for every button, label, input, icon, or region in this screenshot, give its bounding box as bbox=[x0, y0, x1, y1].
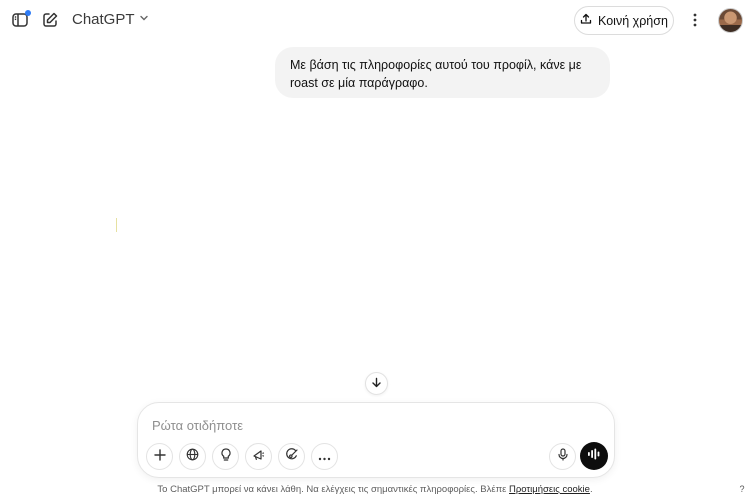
more-vertical-icon[interactable] bbox=[683, 8, 707, 32]
add-attachment-button[interactable] bbox=[146, 443, 173, 470]
dictate-button[interactable] bbox=[549, 443, 576, 470]
deep-research-button[interactable] bbox=[245, 443, 272, 470]
disclaimer-text: Το ChatGPT μπορεί να κάνει λάθη. Να ελέγ… bbox=[157, 484, 507, 495]
ellipsis-icon bbox=[318, 448, 331, 466]
upload-icon bbox=[580, 13, 592, 28]
paint-icon bbox=[285, 447, 298, 466]
scroll-to-bottom-button[interactable] bbox=[365, 372, 388, 395]
create-image-button[interactable] bbox=[278, 443, 305, 470]
reason-button[interactable] bbox=[212, 443, 239, 470]
megaphone-icon bbox=[252, 448, 265, 466]
new-chat-icon[interactable] bbox=[38, 8, 62, 32]
more-tools-button[interactable] bbox=[311, 443, 338, 470]
top-bar: ChatGPT Κοινή χρήση bbox=[0, 0, 750, 42]
plus-icon bbox=[153, 448, 166, 466]
text-cursor-mark bbox=[116, 218, 117, 232]
globe-icon bbox=[186, 448, 199, 466]
notification-dot bbox=[25, 10, 31, 16]
microphone-icon bbox=[557, 447, 569, 466]
chevron-down-icon bbox=[139, 10, 149, 28]
share-label: Κοινή χρήση bbox=[598, 13, 668, 28]
help-button[interactable]: ? bbox=[735, 482, 749, 496]
web-search-button[interactable] bbox=[179, 443, 206, 470]
voice-mode-button[interactable] bbox=[580, 442, 608, 470]
arrow-down-icon bbox=[371, 375, 382, 393]
disclaimer: Το ChatGPT μπορεί να κάνει λάθη. Να ελέγ… bbox=[0, 484, 750, 495]
sidebar-toggle-icon[interactable] bbox=[8, 8, 32, 32]
user-message: Με βάση τις πληροφορίες αυτού του προφίλ… bbox=[275, 47, 610, 98]
lightbulb-icon bbox=[220, 447, 232, 466]
voice-waveform-icon bbox=[587, 447, 601, 465]
model-name: ChatGPT bbox=[72, 10, 135, 28]
prompt-input[interactable] bbox=[152, 415, 592, 435]
composer bbox=[137, 402, 615, 478]
model-switcher[interactable]: ChatGPT bbox=[72, 10, 149, 28]
avatar[interactable] bbox=[718, 8, 743, 33]
disclaimer-suffix: . bbox=[589, 484, 593, 495]
cookie-preferences-link[interactable]: Προτιμήσεις cookie bbox=[509, 484, 590, 495]
share-button[interactable]: Κοινή χρήση bbox=[574, 6, 674, 35]
